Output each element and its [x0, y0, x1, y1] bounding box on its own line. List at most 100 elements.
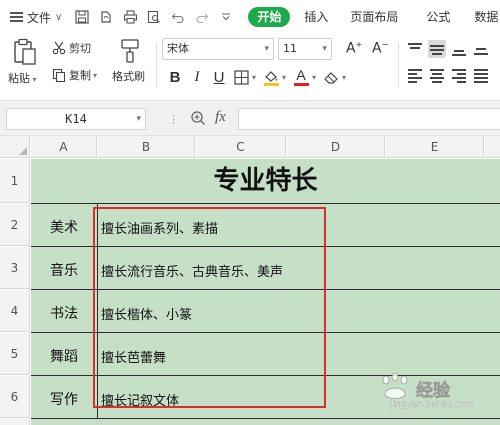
cut-label: 剪切 — [69, 42, 91, 55]
column-header-a[interactable]: A — [31, 136, 97, 158]
italic-button[interactable]: I — [186, 66, 208, 88]
row-header-2[interactable]: 2 — [0, 204, 30, 246]
chevron-down-icon: ▾ — [264, 44, 269, 54]
column-header-b[interactable]: B — [98, 136, 195, 158]
border-button[interactable] — [230, 66, 252, 88]
chevron-down-icon: ∨ — [55, 11, 63, 23]
font-size-value: 11 — [283, 42, 297, 55]
tab-home[interactable]: 开始 — [248, 7, 291, 27]
paw-logo-icon — [382, 372, 408, 399]
font-color-swatch — [293, 83, 309, 86]
align-center-icon[interactable] — [428, 66, 446, 84]
tab-insert[interactable]: 插入 — [296, 7, 336, 27]
file-menu-label: 文件 — [27, 10, 52, 25]
font-size-select[interactable]: 11 ▾ — [278, 38, 332, 60]
subject-cell[interactable]: 写作 — [31, 389, 97, 409]
zoom-icon[interactable] — [190, 110, 206, 129]
align-left-icon[interactable] — [406, 66, 424, 84]
row-header-7[interactable] — [0, 419, 30, 425]
paste-button[interactable]: 粘贴 ▾ — [8, 36, 44, 92]
watermark-url: jingyan.baidu.com — [390, 400, 474, 410]
tab-formulas[interactable]: 公式 — [412, 7, 464, 27]
hamburger-icon — [10, 12, 23, 22]
baidu-watermark: 经验 jingyan.baidu.com — [376, 372, 494, 416]
print-icon[interactable] — [122, 9, 138, 25]
row-header-5[interactable]: 5 — [0, 333, 30, 375]
tab-data[interactable]: 数据 — [464, 7, 498, 27]
format-painter-icon — [121, 39, 139, 63]
redo-icon[interactable] — [194, 9, 210, 25]
tab-page-layout[interactable]: 页面布局 — [336, 7, 412, 27]
subject-cell[interactable]: 美术 — [31, 217, 97, 237]
toolbar-divider — [398, 42, 399, 88]
export-pdf-icon[interactable] — [98, 9, 114, 25]
highlight-annotation-box — [93, 207, 326, 408]
underline-button[interactable]: U — [208, 66, 230, 88]
column-header-c[interactable]: C — [196, 136, 286, 158]
copy-label: 复制 — [69, 69, 91, 82]
column-header-e[interactable]: E — [386, 136, 484, 158]
insert-function-icon[interactable]: fx — [215, 109, 226, 126]
chevron-down-icon[interactable]: ▾ — [342, 73, 346, 82]
watermark-text: 经验 — [416, 381, 451, 402]
cell-border — [31, 203, 500, 204]
font-name-select[interactable]: 宋体 ▾ — [162, 38, 274, 60]
cut-icon — [52, 41, 66, 55]
subject-cell[interactable]: 书法 — [31, 303, 97, 323]
fill-color-button[interactable] — [260, 66, 282, 88]
undo-icon[interactable] — [170, 9, 186, 25]
justify-icon[interactable] — [472, 66, 490, 84]
quick-access-toolbar — [74, 9, 234, 25]
font-color-button[interactable]: A — [290, 66, 312, 88]
paste-icon — [14, 38, 36, 65]
chevron-down-icon: ▾ — [322, 44, 327, 54]
border-icon — [233, 69, 249, 85]
fill-color-icon — [263, 70, 279, 86]
formula-input[interactable] — [238, 108, 500, 130]
chevron-down-icon[interactable]: ▾ — [282, 73, 286, 82]
ribbon-toolbar: 粘贴 ▾ 剪切 复制▾ 格式刷 宋体 ▾ 11 ▾ A+ A− B I U ▾ — [0, 34, 500, 96]
column-header-d[interactable]: D — [287, 136, 385, 158]
row-header-4[interactable]: 4 — [0, 290, 30, 332]
sheet-title[interactable]: 专业特长 — [31, 159, 500, 203]
format-painter-button[interactable]: 格式刷 — [108, 38, 152, 94]
save-icon[interactable] — [74, 9, 90, 25]
row-header-6[interactable]: 6 — [0, 376, 30, 418]
increase-font-size-icon[interactable]: A+ — [346, 40, 362, 57]
align-right-icon[interactable] — [450, 66, 468, 84]
toolbar-divider — [156, 42, 157, 88]
cut-button[interactable]: 剪切 — [52, 40, 91, 56]
align-top-icon[interactable] — [406, 40, 424, 58]
formula-bar: K14 ▾ ⋮ fx — [0, 100, 500, 136]
name-box[interactable]: K14 ▾ — [6, 108, 146, 130]
align-bottom-icon[interactable] — [450, 40, 468, 58]
copy-button[interactable]: 复制 ▾ — [52, 67, 97, 83]
row-header-1[interactable]: 1 — [0, 159, 30, 203]
align-middle-icon[interactable] — [428, 40, 446, 58]
orientation-icon[interactable] — [472, 40, 490, 58]
font-color-icon: A — [296, 67, 306, 83]
print-preview-icon[interactable] — [146, 9, 162, 25]
chevron-down-icon[interactable]: ▾ — [312, 73, 316, 82]
menu-bar: 文件 ∨ 开始 插入 页面布局 公式 数据 — [0, 0, 500, 34]
bold-button[interactable]: B — [164, 66, 186, 88]
subject-cell[interactable]: 舞蹈 — [31, 346, 97, 366]
format-painter-label: 格式刷 — [112, 70, 145, 83]
subject-cell[interactable]: 音乐 — [31, 260, 97, 280]
decrease-font-size-icon[interactable]: A− — [372, 40, 388, 57]
font-format-row: B I U ▾ ▾ A ▾ ▾ — [164, 66, 350, 88]
chevron-down-icon[interactable]: ▾ — [252, 73, 256, 82]
copy-icon — [52, 68, 66, 82]
font-name-value: 宋体 — [167, 42, 189, 55]
cell-reference: K14 — [65, 112, 87, 126]
chevron-down-icon: ▾ — [136, 114, 141, 124]
clear-format-button[interactable] — [320, 66, 342, 88]
customize-toolbar-icon[interactable] — [218, 9, 234, 25]
cell-border — [31, 418, 500, 419]
file-menu[interactable]: 文件 ∨ — [10, 9, 62, 26]
column-header-f[interactable] — [485, 136, 500, 158]
row-header-3[interactable]: 3 — [0, 247, 30, 289]
eraser-icon — [323, 71, 338, 84]
resize-handle[interactable]: ⋮ — [168, 113, 179, 126]
select-all-corner[interactable] — [0, 136, 30, 158]
